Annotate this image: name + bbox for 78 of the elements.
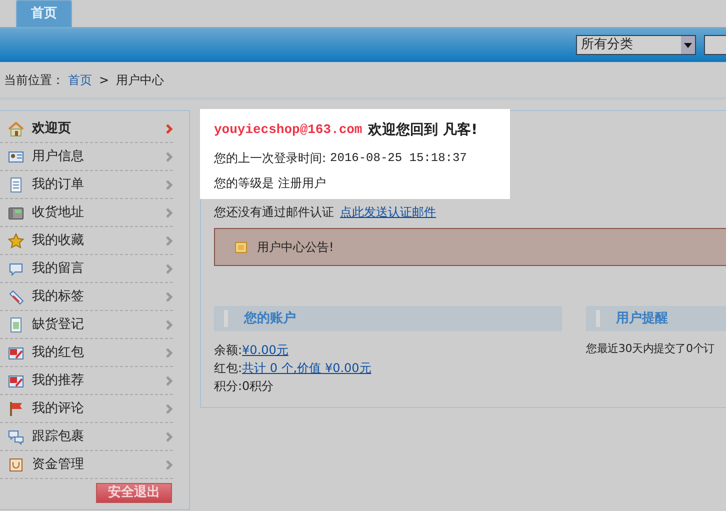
category-value: 所有分类: [581, 36, 633, 54]
sidebar-item[interactable]: 我的标签: [0, 283, 173, 311]
account-title: 您的账户: [244, 310, 296, 328]
telephone-icon: [8, 204, 24, 220]
notice-icon: [235, 242, 247, 252]
sidebar-item[interactable]: 我的留言: [0, 255, 173, 283]
account-label: 积分:: [214, 378, 242, 395]
wallet-icon: [8, 456, 24, 472]
spreadsheet-icon: [8, 316, 24, 332]
id-card-icon: [8, 148, 24, 164]
flag-icon: [8, 400, 24, 416]
last-login-time: 2016-08-25 15:18:37: [330, 150, 467, 166]
sidebar-label: 用户信息: [32, 148, 85, 166]
account-value-link[interactable]: 共计 0 个,价值 ¥0.00元: [242, 359, 372, 377]
sidebar-label: 我的留言: [32, 260, 85, 278]
breadcrumb-label: 当前位置：: [4, 72, 64, 88]
star-icon: [8, 232, 24, 248]
breadcrumb-separator: >: [99, 72, 110, 88]
tag-icon: [8, 288, 24, 304]
gift-icon: [8, 372, 24, 388]
chevron-icon: [166, 404, 173, 414]
chevron-icon: [166, 152, 173, 162]
sidebar-label: 我的标签: [32, 288, 85, 306]
sidebar-item[interactable]: 我的收藏: [0, 227, 173, 255]
last-login-label: 您的上一次登录时间:: [214, 150, 326, 166]
sidebar-label: 欢迎页: [32, 120, 72, 138]
speech-bubble-icon: [8, 260, 24, 276]
sidebar-item[interactable]: 用户信息: [0, 143, 173, 171]
chevron-icon: [166, 236, 173, 246]
sidebar-item[interactable]: 我的推荐: [0, 367, 173, 395]
sidebar-item[interactable]: 缺货登记: [0, 311, 173, 339]
sidebar-item[interactable]: 收货地址: [0, 199, 173, 227]
category-select[interactable]: 所有分类: [576, 35, 696, 55]
sidebar-label: 收货地址: [32, 204, 85, 222]
chevron-icon: [166, 348, 173, 358]
chevron-icon: [166, 180, 173, 190]
chevron-icon: [166, 124, 173, 134]
sidebar-label: 我的评论: [32, 400, 85, 418]
notice-title: 用户中心公告!: [257, 239, 334, 256]
sidebar-item[interactable]: 跟踪包裹: [0, 423, 173, 451]
breadcrumb-home-link[interactable]: 首页: [68, 70, 92, 88]
breadcrumb-current: 用户中心: [116, 72, 164, 88]
sidebar-item[interactable]: 资金管理: [0, 451, 173, 479]
sidebar-label: 我的订单: [32, 176, 85, 194]
sidebar-label: 缺货登记: [32, 316, 85, 334]
chat-bubbles-icon: [8, 428, 24, 444]
remind-title: 用户提醒: [616, 310, 668, 328]
document-icon: [8, 176, 24, 192]
send-verification-link[interactable]: 点此发送认证邮件: [340, 202, 436, 220]
sidebar-item[interactable]: 我的评论: [0, 395, 173, 423]
user-email: youyiecshop@163.com: [214, 121, 362, 140]
account-label: 余额:: [214, 342, 242, 359]
search-field[interactable]: [704, 35, 726, 55]
chevron-icon: [166, 432, 173, 442]
account-value: 0积分: [242, 378, 274, 395]
sidebar-label: 我的推荐: [32, 372, 85, 390]
sidebar-label: 我的红包: [32, 344, 85, 362]
dropdown-arrow-icon: [684, 42, 692, 48]
chevron-icon: [166, 292, 173, 302]
sidebar-item[interactable]: 欢迎页: [0, 115, 173, 143]
sidebar-label: 跟踪包裹: [32, 428, 85, 446]
chevron-icon: [166, 264, 173, 274]
sidebar-item[interactable]: 我的订单: [0, 171, 173, 199]
account-value-link[interactable]: ¥0.00元: [242, 341, 288, 359]
sidebar-item[interactable]: 我的红包: [0, 339, 173, 367]
chevron-icon: [166, 460, 173, 470]
home-icon: [8, 120, 24, 136]
remind-text: 您最近30天内提交了0个订: [586, 340, 714, 357]
chevron-icon: [166, 376, 173, 386]
chevron-icon: [166, 320, 173, 330]
sidebar-label: 资金管理: [32, 456, 85, 474]
welcome-heading: 欢迎您回到 凡客!: [368, 120, 478, 140]
chevron-icon: [166, 208, 173, 218]
email-notice-text: 您还没有通过邮件认证: [214, 204, 334, 220]
account-label: 红包:: [214, 360, 242, 377]
sidebar-label: 我的收藏: [32, 232, 85, 250]
gift-icon: [8, 344, 24, 360]
user-rank-text: 您的等级是 注册用户: [214, 174, 326, 192]
